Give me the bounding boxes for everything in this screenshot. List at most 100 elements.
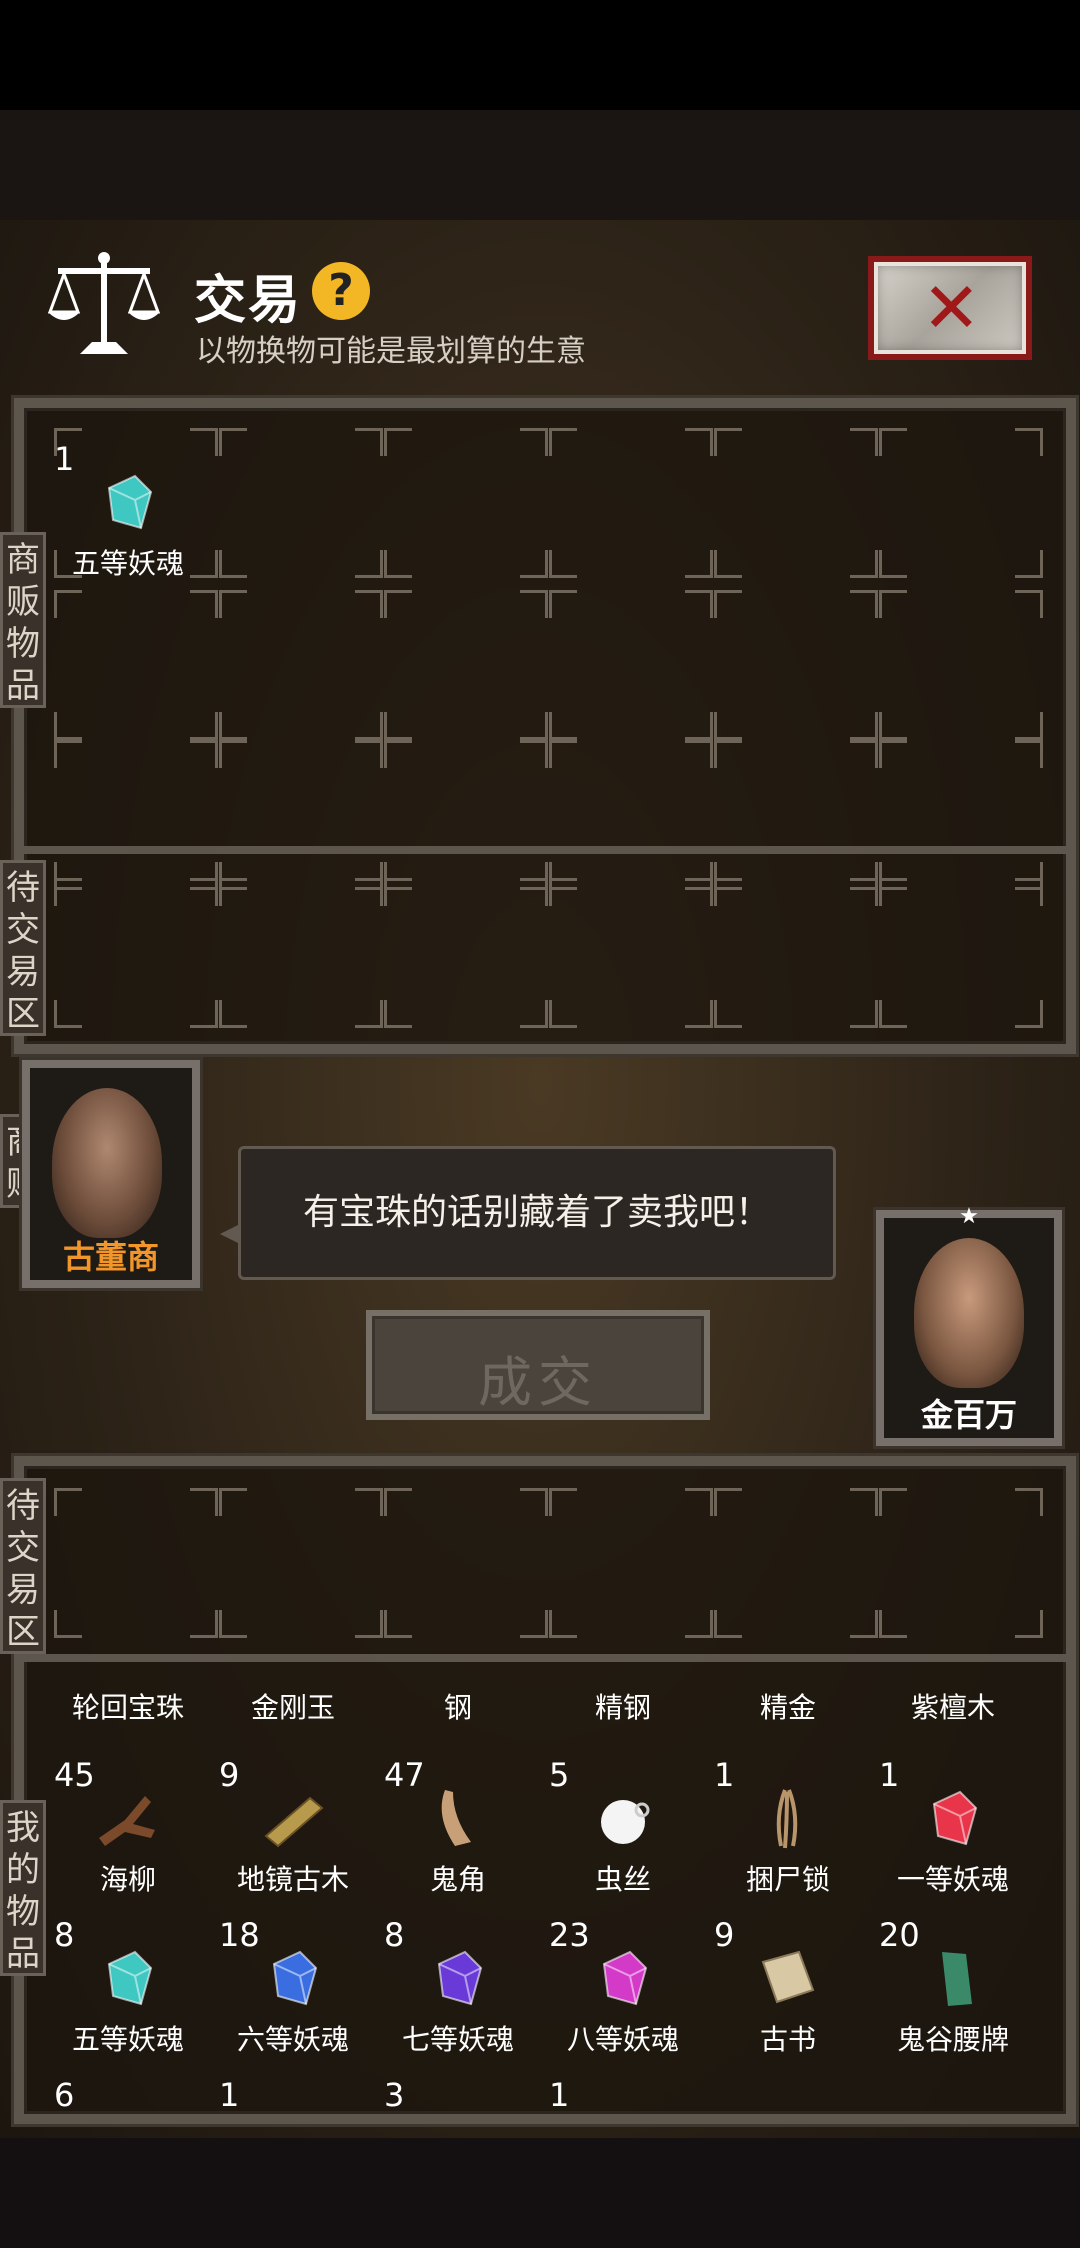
slot-corner: [520, 428, 548, 456]
slot-corner: [879, 550, 907, 578]
empty-slot: [384, 428, 548, 578]
driftwood-icon: [95, 1786, 161, 1852]
slot-corner: [190, 1488, 218, 1516]
slot-corner: [850, 712, 878, 740]
inventory-item[interactable]: 金刚玉: [211, 1586, 375, 1724]
slot-corner: [190, 1000, 218, 1028]
slot-corner: [685, 1488, 713, 1516]
slot-corner: [1015, 712, 1043, 740]
inventory-item[interactable]: 精金: [706, 1586, 870, 1724]
player-portrait[interactable]: ★ 金百万: [876, 1204, 1062, 1446]
empty-slot: [54, 590, 218, 740]
slot-corner: [879, 1000, 907, 1028]
inventory-item[interactable]: 紫檀木: [871, 1586, 1035, 1724]
pending-trade-top-label-text: 待 交 易 区: [6, 868, 40, 1034]
item-name: 钢: [443, 1691, 472, 1724]
slot-corner: [520, 1000, 548, 1028]
slot-corner: [714, 740, 742, 768]
inventory-item[interactable]: 9 地镜古木: [211, 1756, 375, 1916]
item-count: 45: [54, 1756, 95, 1794]
inventory-item[interactable]: 1 五等妖魂: [46, 440, 210, 600]
slot-corner: [384, 428, 412, 456]
slot-corner: [685, 712, 713, 740]
inventory-item[interactable]: 9 古书: [706, 1916, 870, 2076]
item-count: 3: [384, 2076, 405, 2114]
merchant-name: 古董商: [62, 1238, 159, 1276]
item-count: 18: [219, 1916, 260, 1954]
player-name: 金百万: [920, 1396, 1017, 1434]
inventory-item[interactable]: 5 虫丝: [541, 1756, 705, 1916]
slot-corner: [520, 712, 548, 740]
inventory-item[interactable]: 精钢: [541, 1586, 705, 1724]
horn-icon: [425, 1786, 491, 1852]
inventory-item[interactable]: 18 六等妖魂: [211, 1916, 375, 2076]
inventory-item[interactable]: 1 一等妖魂: [871, 1756, 1035, 1916]
slot-corner: [549, 550, 577, 578]
slot-corner: [384, 590, 412, 618]
merchant-face: [52, 1088, 162, 1238]
item-count: 1: [714, 1756, 735, 1794]
merchant-portrait[interactable]: 古董商: [22, 1060, 200, 1288]
slot-corner: [879, 878, 907, 906]
item-count: 1: [54, 440, 75, 478]
merchant-goods-label-text: 商 贩 物 品: [6, 540, 40, 706]
slot-corner: [714, 428, 742, 456]
slot-corner: [549, 590, 577, 618]
slot-corner: [1015, 590, 1043, 618]
empty-slot: [219, 740, 383, 890]
slot-corner: [879, 740, 907, 768]
empty-slot: [879, 428, 1043, 578]
slot-corner: [1015, 1488, 1043, 1516]
empty-slot: [714, 740, 878, 890]
inventory-item[interactable]: 轮回宝珠: [46, 1586, 210, 1724]
slot-corner: [219, 1000, 247, 1028]
item-count: 1: [879, 1756, 900, 1794]
slot-corner: [1015, 428, 1043, 456]
inventory-item[interactable]: 47 鬼角: [376, 1756, 540, 1916]
slot-corner: [355, 740, 383, 768]
pending-trade-bottom-label-text: 待 交 易 区: [6, 1486, 40, 1652]
slot-corner: [714, 878, 742, 906]
slot-corner: [879, 590, 907, 618]
slot-corner: [219, 428, 247, 456]
inventory-item[interactable]: 23 八等妖魂: [541, 1916, 705, 2076]
slot-corner: [549, 428, 577, 456]
item-name: 古书: [759, 2023, 816, 2056]
inventory-item[interactable]: 45 海柳: [46, 1756, 210, 1916]
item-count: 8: [384, 1916, 405, 1954]
status-bar: [0, 0, 1080, 110]
slot-corner: [190, 878, 218, 906]
soul-crystal-icon: [95, 470, 161, 536]
item-count: 20: [879, 1916, 920, 1954]
slot-corner: [685, 590, 713, 618]
slot-corner: [520, 550, 548, 578]
inventory-item[interactable]: 20 鬼谷腰牌: [871, 1916, 1035, 2076]
item-count: 23: [549, 1916, 590, 1954]
item-count: 1: [219, 2076, 240, 2114]
rope-icon: [755, 1786, 821, 1852]
item-name: 精金: [759, 1691, 816, 1724]
slot-corner: [685, 428, 713, 456]
page-title: 交易: [194, 271, 303, 331]
slot-corner: [549, 878, 577, 906]
inventory-item[interactable]: 8 七等妖魂: [376, 1916, 540, 2076]
slot-corner: [54, 1000, 82, 1028]
empty-slot: [879, 740, 1043, 890]
slot-corner: [384, 1488, 412, 1516]
jade-token-icon: [920, 1946, 986, 2012]
deal-button[interactable]: 成交: [366, 1310, 710, 1420]
empty-slot: [219, 428, 383, 578]
close-button[interactable]: ✕: [868, 256, 1032, 360]
inventory-item[interactable]: 钢: [376, 1586, 540, 1724]
item-name: 五等妖魂: [71, 547, 184, 580]
slot-corner: [54, 712, 82, 740]
inventory-item[interactable]: 1 捆尸锁: [706, 1756, 870, 1916]
slot-corner: [384, 878, 412, 906]
help-icon[interactable]: ?: [312, 262, 370, 320]
inventory-item[interactable]: 8 五等妖魂: [46, 1916, 210, 2076]
slot-corner: [355, 878, 383, 906]
item-name: 精钢: [594, 1691, 651, 1724]
slot-corner: [54, 878, 82, 906]
slot-corner: [850, 878, 878, 906]
slot-corner: [190, 712, 218, 740]
